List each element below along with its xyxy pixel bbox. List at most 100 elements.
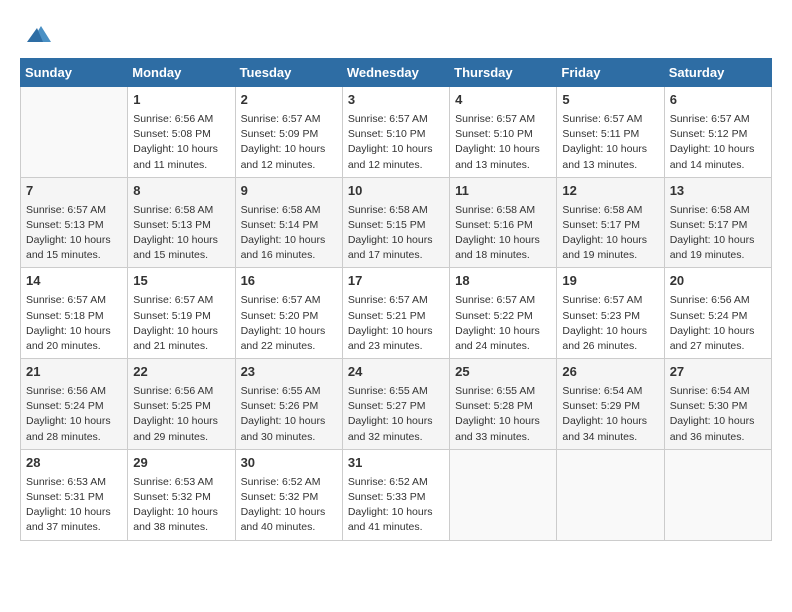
day-number: 12: [562, 182, 658, 201]
day-info: Sunrise: 6:53 AM Sunset: 5:32 PM Dayligh…: [133, 475, 229, 536]
calendar-cell: 9 Sunrise: 6:58 AM Sunset: 5:14 PM Daylig…: [235, 177, 342, 268]
calendar-cell: 7 Sunrise: 6:57 AM Sunset: 5:13 PM Daylig…: [21, 177, 128, 268]
calendar-cell: [21, 87, 128, 178]
header-tuesday: Tuesday: [235, 59, 342, 87]
calendar-cell: 3 Sunrise: 6:57 AM Sunset: 5:10 PM Daylig…: [342, 87, 449, 178]
calendar-cell: [557, 449, 664, 540]
day-info: Sunrise: 6:54 AM Sunset: 5:29 PM Dayligh…: [562, 384, 658, 445]
day-number: 7: [26, 182, 122, 201]
calendar-cell: 11 Sunrise: 6:58 AM Sunset: 5:16 PM Dayli…: [450, 177, 557, 268]
calendar-cell: 26 Sunrise: 6:54 AM Sunset: 5:29 PM Dayli…: [557, 359, 664, 450]
day-info: Sunrise: 6:54 AM Sunset: 5:30 PM Dayligh…: [670, 384, 766, 445]
calendar-cell: 14 Sunrise: 6:57 AM Sunset: 5:18 PM Dayli…: [21, 268, 128, 359]
calendar-header: SundayMondayTuesdayWednesdayThursdayFrid…: [21, 59, 772, 87]
day-info: Sunrise: 6:57 AM Sunset: 5:11 PM Dayligh…: [562, 112, 658, 173]
day-info: Sunrise: 6:57 AM Sunset: 5:21 PM Dayligh…: [348, 293, 444, 354]
day-number: 16: [241, 272, 337, 291]
calendar-cell: 17 Sunrise: 6:57 AM Sunset: 5:21 PM Dayli…: [342, 268, 449, 359]
logo-icon: [23, 20, 51, 48]
day-number: 9: [241, 182, 337, 201]
calendar-cell: 23Sunrise: 6:55 AM Sunset: 5:26 PM Dayli…: [235, 359, 342, 450]
day-info: Sunrise: 6:56 AM Sunset: 5:08 PM Dayligh…: [133, 112, 229, 173]
calendar-cell: 22 Sunrise: 6:56 AM Sunset: 5:25 PM Dayli…: [128, 359, 235, 450]
week-row-0: 1Sunrise: 6:56 AM Sunset: 5:08 PM Daylig…: [21, 87, 772, 178]
header-saturday: Saturday: [664, 59, 771, 87]
day-info: Sunrise: 6:52 AM Sunset: 5:33 PM Dayligh…: [348, 475, 444, 536]
calendar-cell: 27 Sunrise: 6:54 AM Sunset: 5:30 PM Dayli…: [664, 359, 771, 450]
day-number: 3: [348, 91, 444, 110]
day-info: Sunrise: 6:53 AM Sunset: 5:31 PM Dayligh…: [26, 475, 122, 536]
day-info: Sunrise: 6:57 AM Sunset: 5:09 PM Dayligh…: [241, 112, 337, 173]
day-number: 26: [562, 363, 658, 382]
day-number: 13: [670, 182, 766, 201]
header-monday: Monday: [128, 59, 235, 87]
calendar-cell: 12 Sunrise: 6:58 AM Sunset: 5:17 PM Dayli…: [557, 177, 664, 268]
day-number: 20: [670, 272, 766, 291]
day-info: Sunrise: 6:57 AM Sunset: 5:19 PM Dayligh…: [133, 293, 229, 354]
day-number: 24: [348, 363, 444, 382]
calendar-cell: 25Sunrise: 6:55 AM Sunset: 5:28 PM Dayli…: [450, 359, 557, 450]
calendar-cell: 30Sunrise: 6:52 AM Sunset: 5:32 PM Dayli…: [235, 449, 342, 540]
day-number: 17: [348, 272, 444, 291]
day-info: Sunrise: 6:58 AM Sunset: 5:17 PM Dayligh…: [670, 203, 766, 264]
day-info: Sunrise: 6:56 AM Sunset: 5:24 PM Dayligh…: [26, 384, 122, 445]
calendar-cell: 1Sunrise: 6:56 AM Sunset: 5:08 PM Daylig…: [128, 87, 235, 178]
day-number: 31: [348, 454, 444, 473]
header-sunday: Sunday: [21, 59, 128, 87]
calendar-cell: 4 Sunrise: 6:57 AM Sunset: 5:10 PM Daylig…: [450, 87, 557, 178]
header-thursday: Thursday: [450, 59, 557, 87]
day-number: 21: [26, 363, 122, 382]
day-info: Sunrise: 6:58 AM Sunset: 5:15 PM Dayligh…: [348, 203, 444, 264]
day-info: Sunrise: 6:57 AM Sunset: 5:10 PM Dayligh…: [455, 112, 551, 173]
header-friday: Friday: [557, 59, 664, 87]
calendar-cell: [664, 449, 771, 540]
calendar-cell: 19 Sunrise: 6:57 AM Sunset: 5:23 PM Dayli…: [557, 268, 664, 359]
day-info: Sunrise: 6:57 AM Sunset: 5:22 PM Dayligh…: [455, 293, 551, 354]
calendar-cell: [450, 449, 557, 540]
day-info: Sunrise: 6:57 AM Sunset: 5:23 PM Dayligh…: [562, 293, 658, 354]
day-number: 23: [241, 363, 337, 382]
day-info: Sunrise: 6:57 AM Sunset: 5:12 PM Dayligh…: [670, 112, 766, 173]
calendar-cell: 16 Sunrise: 6:57 AM Sunset: 5:20 PM Dayli…: [235, 268, 342, 359]
day-info: Sunrise: 6:58 AM Sunset: 5:13 PM Dayligh…: [133, 203, 229, 264]
day-info: Sunrise: 6:58 AM Sunset: 5:14 PM Dayligh…: [241, 203, 337, 264]
logo: [20, 20, 51, 48]
header-row: SundayMondayTuesdayWednesdayThursdayFrid…: [21, 59, 772, 87]
day-info: Sunrise: 6:58 AM Sunset: 5:16 PM Dayligh…: [455, 203, 551, 264]
day-info: Sunrise: 6:57 AM Sunset: 5:20 PM Dayligh…: [241, 293, 337, 354]
day-info: Sunrise: 6:56 AM Sunset: 5:24 PM Dayligh…: [670, 293, 766, 354]
day-number: 27: [670, 363, 766, 382]
day-number: 28: [26, 454, 122, 473]
calendar-cell: 15 Sunrise: 6:57 AM Sunset: 5:19 PM Dayli…: [128, 268, 235, 359]
day-number: 25: [455, 363, 551, 382]
day-number: 11: [455, 182, 551, 201]
day-info: Sunrise: 6:58 AM Sunset: 5:17 PM Dayligh…: [562, 203, 658, 264]
day-number: 29: [133, 454, 229, 473]
day-info: Sunrise: 6:57 AM Sunset: 5:18 PM Dayligh…: [26, 293, 122, 354]
day-number: 15: [133, 272, 229, 291]
day-number: 5: [562, 91, 658, 110]
calendar-cell: 5 Sunrise: 6:57 AM Sunset: 5:11 PM Daylig…: [557, 87, 664, 178]
day-number: 22: [133, 363, 229, 382]
day-info: Sunrise: 6:52 AM Sunset: 5:32 PM Dayligh…: [241, 475, 337, 536]
day-info: Sunrise: 6:56 AM Sunset: 5:25 PM Dayligh…: [133, 384, 229, 445]
day-number: 10: [348, 182, 444, 201]
calendar-cell: 13 Sunrise: 6:58 AM Sunset: 5:17 PM Dayli…: [664, 177, 771, 268]
calendar-cell: 24Sunrise: 6:55 AM Sunset: 5:27 PM Dayli…: [342, 359, 449, 450]
day-number: 18: [455, 272, 551, 291]
header-wednesday: Wednesday: [342, 59, 449, 87]
calendar-cell: 31 Sunrise: 6:52 AM Sunset: 5:33 PM Dayli…: [342, 449, 449, 540]
calendar-cell: 21 Sunrise: 6:56 AM Sunset: 5:24 PM Dayli…: [21, 359, 128, 450]
calendar-body: 1Sunrise: 6:56 AM Sunset: 5:08 PM Daylig…: [21, 87, 772, 541]
day-number: 14: [26, 272, 122, 291]
calendar-cell: 29 Sunrise: 6:53 AM Sunset: 5:32 PM Dayli…: [128, 449, 235, 540]
day-number: 4: [455, 91, 551, 110]
calendar-cell: 18 Sunrise: 6:57 AM Sunset: 5:22 PM Dayli…: [450, 268, 557, 359]
page-header: [20, 20, 772, 48]
week-row-4: 28 Sunrise: 6:53 AM Sunset: 5:31 PM Dayli…: [21, 449, 772, 540]
calendar-cell: 28 Sunrise: 6:53 AM Sunset: 5:31 PM Dayli…: [21, 449, 128, 540]
day-info: Sunrise: 6:57 AM Sunset: 5:10 PM Dayligh…: [348, 112, 444, 173]
day-number: 6: [670, 91, 766, 110]
day-info: Sunrise: 6:57 AM Sunset: 5:13 PM Dayligh…: [26, 203, 122, 264]
day-number: 19: [562, 272, 658, 291]
